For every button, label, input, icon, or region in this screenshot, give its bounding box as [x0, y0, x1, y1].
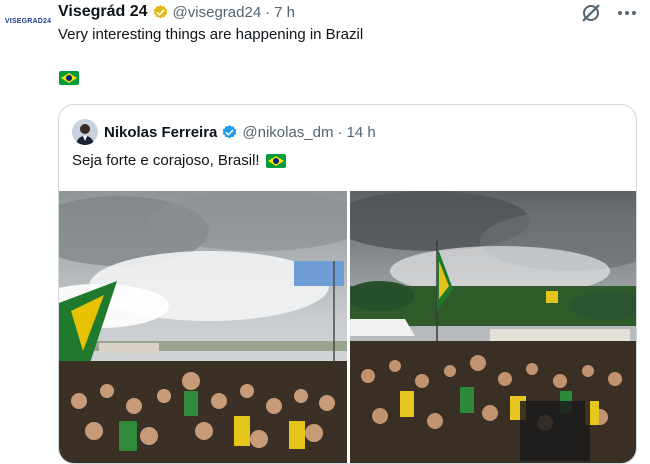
- brazil-flag-emoji: [265, 154, 286, 168]
- meta-separator: ·: [265, 3, 271, 21]
- quoted-tweet-card[interactable]: Nikolas Ferreira @nikolas_dm · 14 h Seja…: [58, 104, 637, 464]
- tweet-time[interactable]: 7 h: [274, 4, 295, 21]
- quoted-handle[interactable]: @nikolas_dm: [242, 124, 333, 141]
- more-options-icon[interactable]: [616, 2, 638, 24]
- author-handle[interactable]: @visegrad24: [173, 4, 262, 21]
- crowd-photo-right[interactable]: [350, 191, 636, 463]
- tweet-actions-top: [580, 2, 638, 24]
- account-avatar[interactable]: VISEGRAD24: [4, 8, 52, 34]
- author-name[interactable]: Visegrád 24: [58, 3, 148, 21]
- quoted-author-name[interactable]: Nikolas Ferreira: [104, 124, 217, 141]
- crowd-photo-left[interactable]: [59, 191, 347, 463]
- blue-verified-icon[interactable]: [221, 124, 238, 141]
- quoted-separator: ·: [337, 123, 343, 141]
- grok-icon[interactable]: [580, 2, 602, 24]
- avatar-logo-text: VISEGRAD24: [4, 17, 52, 25]
- brazil-flag-emoji: [59, 71, 79, 85]
- tweet-text: Very interesting things are happening in…: [58, 26, 364, 43]
- quoted-text: Seja forte e corajoso, Brasil!: [72, 152, 260, 169]
- quoted-avatar[interactable]: [72, 119, 98, 145]
- gold-verified-icon[interactable]: [152, 4, 169, 21]
- tweet-header: Visegrád 24 @visegrad24 · 7 h: [58, 1, 295, 23]
- quoted-time[interactable]: 14 h: [347, 124, 376, 141]
- quoted-header: Nikolas Ferreira @nikolas_dm · 14 h: [72, 118, 376, 146]
- flag-line: [59, 71, 79, 90]
- quoted-text-line: Seja forte e corajoso, Brasil!: [72, 151, 286, 171]
